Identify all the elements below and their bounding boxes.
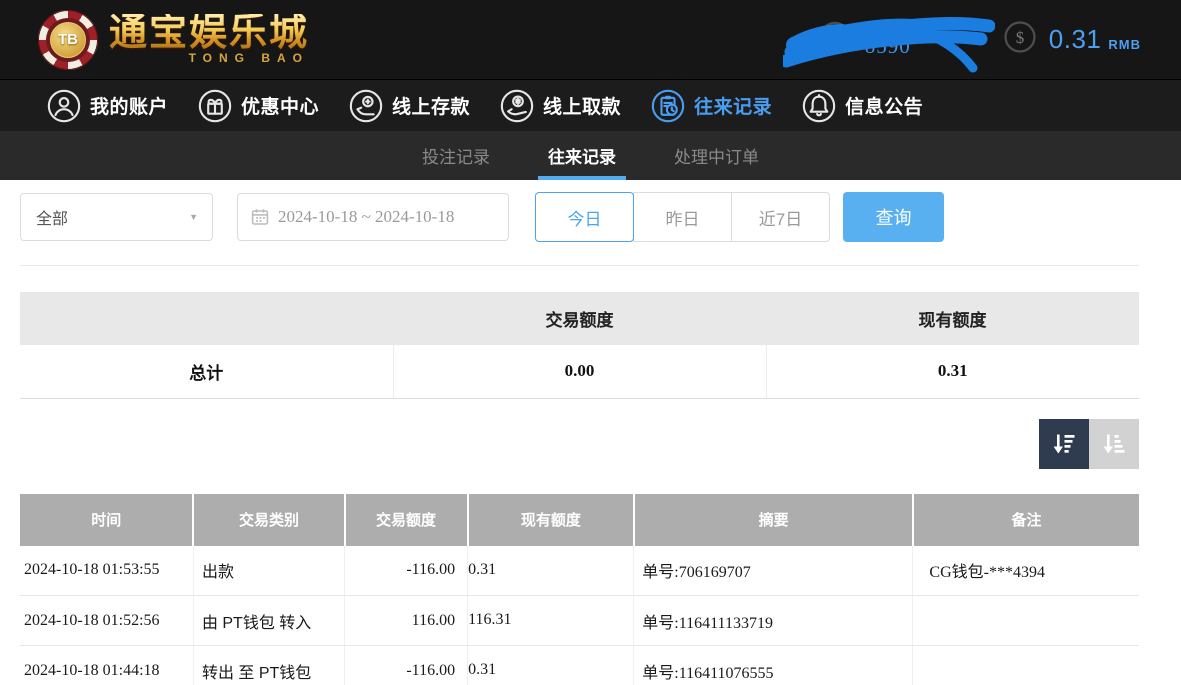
sort-ascending-button[interactable]: [1089, 419, 1139, 469]
cell-remark: [913, 596, 1139, 646]
table-header-row: 时间交易类别交易额度现有额度摘要备注: [20, 494, 1139, 546]
poker-chip-inner-ring: TB: [46, 18, 90, 62]
page: TB 通宝娱乐城 TONG BAO 8590: [0, 0, 1181, 685]
summary-header-current: 现有额度: [766, 292, 1139, 345]
summary-header-transaction: 交易额度: [393, 292, 766, 345]
nav-item-label: 信息公告: [845, 92, 923, 119]
sort-descending-button[interactable]: [1039, 419, 1089, 469]
cell-summary: 单号:706169707: [634, 546, 913, 596]
topbar: TB 通宝娱乐城 TONG BAO 8590: [0, 0, 1181, 80]
summary-total-row: 总计 0.00 0.31: [20, 345, 1139, 398]
sort-descending-icon: [1050, 430, 1078, 458]
summary-current-amount: 0.31: [766, 345, 1139, 398]
cell-type: 由 PT钱包 转入: [193, 596, 344, 646]
gift-icon: [198, 89, 232, 123]
nav-item-1[interactable]: 我的账户: [47, 89, 168, 123]
nav-item-label: 线上取款: [543, 92, 621, 119]
summary-table: 交易额度 现有额度 总计 0.00 0.31: [20, 292, 1139, 399]
cell-time: 2024-10-18 01:52:56: [20, 596, 193, 646]
summary-header-blank: [20, 292, 393, 345]
poker-chip-monogram: TB: [50, 22, 86, 58]
user-circle-icon: [819, 21, 851, 58]
search-button[interactable]: 查询: [843, 192, 944, 242]
chevron-down-icon: ▼: [189, 212, 198, 222]
quick-date-button-1[interactable]: 今日: [535, 192, 634, 242]
deposit-icon: [349, 89, 383, 123]
main-nav: 我的账户 优惠中心 线上存款 线上取款 往来记录 信息公告: [0, 80, 1181, 131]
sort-toolbar: [20, 419, 1139, 469]
cell-summary: 单号:116411133719: [634, 596, 913, 646]
nav-item-6[interactable]: 信息公告: [802, 89, 923, 123]
quick-date-button-2[interactable]: 昨日: [633, 192, 732, 242]
records-table: 时间交易类别交易额度现有额度摘要备注 2024-10-18 01:53:55出款…: [20, 494, 1139, 685]
cell-type: 出款: [193, 546, 344, 596]
type-select-value: 全部: [36, 205, 68, 229]
cell-amount: 116.00: [345, 596, 468, 646]
poker-chip-logo-icon: TB: [38, 10, 98, 70]
cell-remark: [913, 646, 1139, 685]
cell-remark: CG钱包-***4394: [913, 546, 1139, 596]
records-icon: [651, 89, 685, 123]
subtab-1[interactable]: 投注记录: [416, 131, 496, 180]
user-icon: [47, 89, 81, 123]
cell-time: 2024-10-18 01:53:55: [20, 546, 193, 596]
cell-amount: -116.00: [345, 546, 468, 596]
svg-text:$: $: [1016, 28, 1025, 47]
content: 全部 ▼ 2024-10-18 ~ 2024-10-18: [20, 192, 1139, 685]
filter-row: 全部 ▼ 2024-10-18 ~ 2024-10-18: [20, 192, 1139, 242]
nav-item-4[interactable]: 线上取款: [500, 89, 621, 123]
nav-item-label: 优惠中心: [241, 92, 319, 119]
column-header: 备注: [913, 494, 1139, 546]
cell-balance: 0.31: [468, 646, 634, 685]
column-header: 现有额度: [468, 494, 635, 546]
column-header: 交易额度: [345, 494, 468, 546]
type-select[interactable]: 全部 ▼: [20, 193, 213, 241]
date-range-picker[interactable]: 2024-10-18 ~ 2024-10-18: [237, 193, 509, 241]
column-header: 交易类别: [193, 494, 344, 546]
subtab-3[interactable]: 处理中订单: [668, 131, 765, 180]
sort-ascending-icon: [1100, 430, 1128, 458]
column-header: 摘要: [634, 494, 913, 546]
summary-transaction-amount: 0.00: [393, 345, 766, 398]
subtab-2[interactable]: 往来记录: [542, 131, 622, 180]
username: 8590: [865, 20, 911, 59]
quick-date-buttons: 今日昨日近7日: [535, 192, 830, 242]
brand-text: 通宝娱乐城 TONG BAO: [109, 14, 309, 65]
quick-date-button-3[interactable]: 近7日: [731, 192, 830, 242]
cell-summary: 单号:116411076555: [634, 646, 913, 685]
table-row: 2024-10-18 01:53:55出款-116.000.31单号:70616…: [20, 546, 1139, 596]
subtabs: 投注记录往来记录处理中订单: [0, 131, 1181, 180]
summary-header-row: 交易额度 现有额度: [20, 292, 1139, 345]
date-range-value: 2024-10-18 ~ 2024-10-18: [278, 207, 454, 227]
cell-balance: 116.31: [468, 596, 634, 646]
calendar-icon: [251, 208, 269, 226]
nav-item-5[interactable]: 往来记录: [651, 89, 772, 123]
nav-item-3[interactable]: 线上存款: [349, 89, 470, 123]
topbar-right: 8590 $ 0.31 RMB: [819, 8, 1141, 72]
nav-item-label: 我的账户: [90, 92, 168, 119]
dollar-circle-icon: $: [1003, 20, 1037, 59]
balance: $ 0.31 RMB: [1003, 20, 1141, 59]
brand-logo[interactable]: TB 通宝娱乐城 TONG BAO: [38, 10, 309, 70]
summary-total-label: 总计: [20, 345, 393, 398]
cell-time: 2024-10-18 01:44:18: [20, 646, 193, 685]
brand-title: 通宝娱乐城: [109, 14, 309, 54]
nav-item-2[interactable]: 优惠中心: [198, 89, 319, 123]
balance-currency: RMB: [1108, 28, 1141, 52]
table-row: 2024-10-18 01:52:56由 PT钱包 转入116.00116.31…: [20, 596, 1139, 646]
column-header: 时间: [20, 494, 193, 546]
divider: [20, 265, 1139, 266]
bell-icon: [802, 89, 836, 123]
withdraw-icon: [500, 89, 534, 123]
nav-item-label: 往来记录: [694, 92, 772, 119]
nav-item-label: 线上存款: [392, 92, 470, 119]
cell-amount: -116.00: [345, 646, 468, 685]
balance-amount: 0.31: [1049, 24, 1102, 55]
cell-balance: 0.31: [468, 546, 634, 596]
cell-type: 转出 至 PT钱包: [193, 646, 344, 685]
table-row: 2024-10-18 01:44:18转出 至 PT钱包-116.000.31单…: [20, 646, 1139, 685]
user-account[interactable]: 8590: [819, 8, 911, 72]
